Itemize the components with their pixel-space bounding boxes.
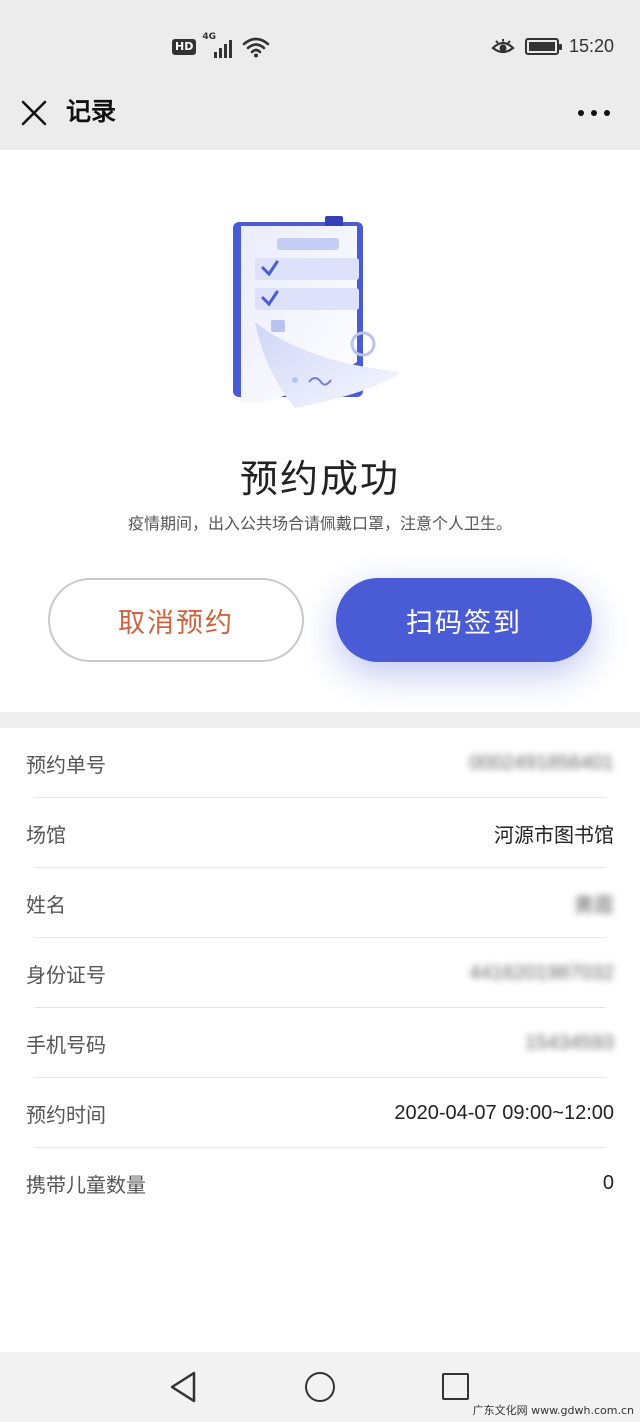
signal-icon: 4G xyxy=(202,32,236,58)
cancel-reservation-button[interactable]: 取消预约 xyxy=(48,578,304,662)
detail-row-id-number: 身份证号 4416201987032 xyxy=(0,938,640,1008)
detail-value: 0002491856401 xyxy=(469,751,614,774)
page-title: 记录 xyxy=(66,97,117,126)
more-icon[interactable] xyxy=(578,110,610,116)
detail-value: 河源市图书馆 xyxy=(494,824,614,847)
scan-checkin-button[interactable]: 扫码签到 xyxy=(336,578,592,662)
nav-bar: 记录 xyxy=(0,92,640,150)
watermark: 广东文化网 www.gdwh.com.cn xyxy=(472,1404,634,1417)
detail-label: 预约时间 xyxy=(26,1102,106,1127)
detail-row-time: 预约时间 2020-04-07 09:00~12:00 xyxy=(0,1078,640,1148)
detail-row-order-number: 预约单号 0002491856401 xyxy=(0,728,640,798)
detail-row-children-count: 携带儿童数量 0 xyxy=(0,1148,640,1218)
detail-value: 4416201987032 xyxy=(469,961,614,984)
detail-label: 手机号码 xyxy=(26,1032,106,1057)
status-bar: HD 4G 15:20 xyxy=(0,0,640,92)
detail-value: 0 xyxy=(602,1171,614,1194)
status-left: HD 4G xyxy=(172,32,270,58)
battery-icon xyxy=(524,38,562,55)
close-icon[interactable] xyxy=(20,99,48,127)
recent-apps-icon[interactable] xyxy=(442,1373,469,1400)
success-subtitle: 疫情期间，出入公共场合请佩戴口罩，注意个人卫生。 xyxy=(127,514,512,533)
detail-label: 身份证号 xyxy=(26,962,106,987)
home-icon[interactable] xyxy=(305,1372,335,1402)
status-right: 15:20 xyxy=(491,36,614,57)
detail-value: 黄霞 xyxy=(574,894,614,917)
success-panel: 预约成功 疫情期间，出入公共场合请佩戴口罩，注意个人卫生。 取消预约 扫码签到 xyxy=(0,150,640,712)
detail-row-venue: 场馆 河源市图书馆 xyxy=(0,798,640,868)
success-title: 预约成功 xyxy=(239,457,400,501)
clock: 15:20 xyxy=(568,36,614,56)
section-divider xyxy=(0,712,640,728)
detail-row-name: 姓名 黄霞 xyxy=(0,868,640,938)
wifi-icon xyxy=(243,37,270,58)
detail-label: 姓名 xyxy=(26,892,66,917)
hd-icon: HD xyxy=(172,39,197,55)
system-nav-bar: 广东文化网 www.gdwh.com.cn xyxy=(0,1352,640,1422)
detail-row-phone: 手机号码 15434593 xyxy=(0,1008,640,1078)
reservation-details: 预约单号 0002491856401 场馆 河源市图书馆 姓名 黄霞 身份证号 … xyxy=(0,728,640,1218)
detail-label: 携带儿童数量 xyxy=(26,1172,146,1197)
detail-value: 2020-04-07 09:00~12:00 xyxy=(394,1101,614,1124)
detail-label: 场馆 xyxy=(26,822,66,847)
battery-level xyxy=(528,42,555,51)
back-icon[interactable] xyxy=(168,1370,198,1404)
detail-label: 预约单号 xyxy=(26,752,106,777)
detail-value: 15434593 xyxy=(525,1031,614,1054)
eye-comfort-icon xyxy=(491,38,515,53)
document-check-illustration xyxy=(233,216,401,408)
